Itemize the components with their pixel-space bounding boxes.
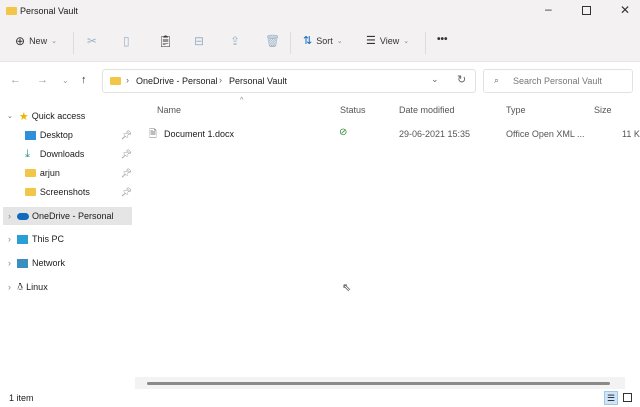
chevron-right-icon: › bbox=[8, 234, 11, 244]
window-title: Personal Vault bbox=[20, 6, 78, 16]
computer-icon bbox=[17, 234, 28, 244]
delete-icon[interactable]: 🗑︎ bbox=[265, 34, 280, 48]
sort-icon: ⇅ bbox=[303, 35, 313, 47]
sort-button[interactable]: ⇅ Sort ⌄ bbox=[303, 34, 343, 47]
pin-icon[interactable]: 📌︎ bbox=[121, 187, 132, 198]
sidebar-item-onedrive[interactable]: › OneDrive - Personal bbox=[3, 207, 132, 225]
synced-check-icon: ⊘ bbox=[339, 127, 348, 138]
document-icon: 🗎 bbox=[149, 129, 158, 140]
sidebar-item-arjun[interactable]: arjun 📌︎ bbox=[0, 164, 132, 182]
chevron-down-icon: ⌄ bbox=[7, 113, 13, 120]
chevron-down-icon: ⌄ bbox=[51, 38, 57, 45]
minimize-button[interactable]: – bbox=[545, 2, 552, 16]
maximize-button[interactable] bbox=[582, 6, 591, 15]
new-button[interactable]: ⊕ New ⌄ bbox=[15, 34, 57, 48]
copy-icon[interactable]: ▯ bbox=[123, 34, 130, 48]
sidebar-item-screenshots[interactable]: Screenshots 📌︎ bbox=[0, 183, 132, 201]
breadcrumb-separator: › bbox=[126, 75, 129, 85]
column-header-name[interactable]: Name bbox=[157, 105, 181, 115]
file-date: 29-06-2021 15:35 bbox=[399, 129, 471, 139]
file-type: Office Open XML ... bbox=[506, 129, 585, 139]
breadcrumb-personal-vault[interactable]: Personal Vault bbox=[229, 76, 287, 86]
plus-circle-icon: ⊕ bbox=[15, 34, 26, 48]
cloud-icon bbox=[17, 212, 29, 220]
linux-penguin-icon: 🐧︎ bbox=[17, 281, 24, 293]
rename-icon[interactable]: ⊟ bbox=[194, 34, 204, 48]
up-button[interactable]: ↑ bbox=[81, 74, 87, 86]
paste-icon[interactable]: 📋︎ bbox=[158, 34, 173, 48]
chevron-down-icon: ⌄ bbox=[336, 37, 343, 45]
sidebar-item-linux[interactable]: › 🐧︎ Linux bbox=[0, 278, 132, 296]
star-icon: ★ bbox=[18, 110, 29, 123]
pin-icon[interactable]: 📌︎ bbox=[121, 149, 132, 160]
large-icons-view-button[interactable] bbox=[623, 393, 632, 402]
column-header-status[interactable]: Status bbox=[340, 105, 366, 115]
sidebar-item-desktop[interactable]: Desktop 📌︎ bbox=[0, 126, 132, 144]
file-name: Document 1.docx bbox=[164, 129, 235, 139]
command-bar: ⊕ New ⌄ ✂ ▯ 📋︎ ⊟ ⇪ 🗑︎ ⇅ Sort ⌄ ☰ View ⌄ … bbox=[0, 24, 640, 62]
folder-icon bbox=[25, 169, 36, 177]
scrollbar-thumb[interactable] bbox=[147, 382, 610, 385]
details-view-button[interactable]: ☰ bbox=[604, 391, 618, 405]
download-icon: ⤓ bbox=[25, 147, 30, 160]
view-label: View bbox=[379, 35, 400, 46]
folder-icon bbox=[110, 77, 121, 85]
view-icon: ☰ bbox=[366, 35, 376, 47]
breadcrumb-separator: › bbox=[219, 75, 222, 85]
title-bar: Personal Vault – ✕ bbox=[0, 0, 640, 24]
view-button[interactable]: ☰ View ⌄ bbox=[366, 34, 409, 47]
search-icon: ⌕ bbox=[494, 75, 500, 85]
chevron-down-icon[interactable]: ⌄ bbox=[431, 74, 439, 85]
network-icon bbox=[17, 258, 28, 268]
column-header-type[interactable]: Type bbox=[506, 105, 526, 115]
address-bar[interactable]: › OneDrive - Personal › Personal Vault ⌄… bbox=[102, 69, 476, 93]
file-size: 11 KB bbox=[622, 129, 640, 139]
cut-icon[interactable]: ✂ bbox=[87, 34, 97, 48]
desktop-icon bbox=[25, 130, 36, 140]
new-label: New bbox=[29, 36, 48, 46]
sidebar-item-downloads[interactable]: ⤓ Downloads 📌︎ bbox=[0, 145, 132, 163]
mouse-cursor-icon: ⇖ bbox=[342, 282, 352, 294]
folder-icon bbox=[25, 188, 36, 196]
sidebar-item-network[interactable]: › Network bbox=[0, 254, 132, 272]
recent-dropdown[interactable]: ⌄ bbox=[62, 76, 69, 85]
search-input[interactable]: Search Personal Vault bbox=[513, 76, 602, 86]
chevron-down-icon: ⌄ bbox=[403, 37, 410, 45]
horizontal-scrollbar[interactable] bbox=[135, 377, 625, 389]
share-icon[interactable]: ⇪ bbox=[230, 34, 240, 48]
chevron-right-icon: › bbox=[8, 282, 11, 292]
chevron-right-icon: › bbox=[8, 258, 11, 268]
folder-icon bbox=[6, 7, 17, 15]
more-button[interactable]: ••• bbox=[437, 34, 448, 45]
forward-button[interactable]: → bbox=[37, 74, 48, 86]
pin-icon[interactable]: 📌︎ bbox=[121, 168, 132, 179]
item-count: 1 item bbox=[9, 393, 34, 403]
column-header-size[interactable]: Size bbox=[594, 105, 612, 115]
sidebar-item-quick-access[interactable]: ⌄ ★ Quick access bbox=[0, 107, 132, 125]
search-box[interactable]: ⌕ Search Personal Vault bbox=[483, 69, 633, 93]
sort-ascending-icon: ^ bbox=[240, 97, 244, 104]
pin-icon[interactable]: 📌︎ bbox=[121, 130, 132, 141]
sidebar-item-this-pc[interactable]: › This PC bbox=[0, 230, 132, 248]
column-header-date[interactable]: Date modified bbox=[399, 105, 455, 115]
sort-label: Sort bbox=[316, 35, 333, 46]
back-button[interactable]: ← bbox=[10, 74, 21, 86]
close-button[interactable]: ✕ bbox=[620, 3, 630, 17]
breadcrumb-onedrive[interactable]: OneDrive - Personal bbox=[136, 76, 218, 86]
chevron-right-icon: › bbox=[8, 211, 11, 221]
refresh-icon[interactable]: ↻ bbox=[457, 73, 466, 86]
